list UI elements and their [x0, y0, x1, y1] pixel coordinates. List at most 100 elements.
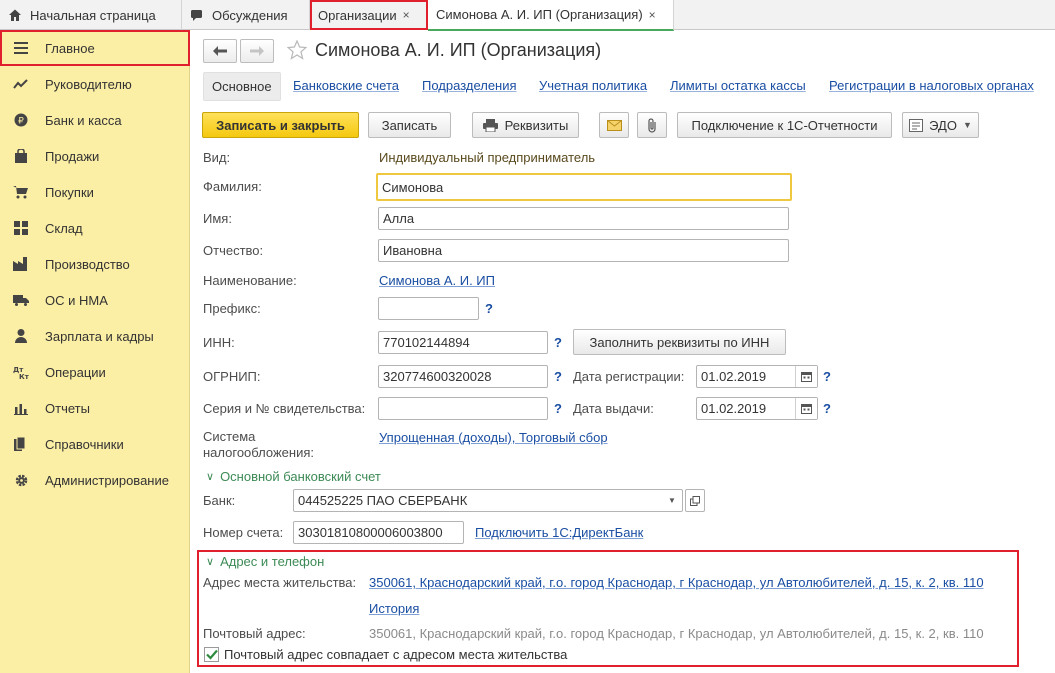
tax-system-label-line1: Система — [203, 429, 256, 444]
sidebar-item-label: Руководителю — [45, 76, 132, 92]
bank-select[interactable]: 044525225 ПАО СБЕРБАНК ▼ — [293, 489, 683, 512]
bank-value: 044525225 ПАО СБЕРБАНК — [298, 493, 468, 508]
sidebar-item-label: ОС и НМА — [45, 292, 108, 308]
sidebar-item-production[interactable]: Производство — [0, 246, 190, 282]
calendar-icon[interactable] — [795, 398, 817, 419]
tab-organizations[interactable]: Организации × — [310, 0, 428, 30]
subtab-accounting-policy[interactable]: Учетная политика — [539, 78, 647, 93]
account-input[interactable]: 30301810800006003800 — [293, 521, 464, 544]
forward-button[interactable] — [240, 39, 274, 63]
sidebar-item-bank[interactable]: ₽ Банк и касса — [0, 102, 190, 138]
dropdown-arrow-icon[interactable]: ▼ — [662, 490, 682, 511]
subtab-bank-accounts[interactable]: Банковские счета — [293, 78, 399, 93]
history-link[interactable]: История — [369, 601, 419, 616]
sidebar-item-salary[interactable]: Зарплата и кадры — [0, 318, 190, 354]
sidebar-item-label: Администрирование — [45, 472, 169, 488]
prefix-input[interactable] — [378, 297, 479, 320]
sidebar-item-director[interactable]: Руководителю — [0, 66, 190, 102]
sidebar-item-references[interactable]: Справочники — [0, 426, 190, 462]
ruble-icon: ₽ — [12, 112, 30, 128]
ogrnip-help-icon[interactable]: ? — [554, 369, 562, 384]
tax-system-link[interactable]: Упрощенная (доходы), Торговый сбор — [379, 430, 608, 445]
inn-help-icon[interactable]: ? — [554, 335, 562, 350]
calendar-icon[interactable] — [795, 366, 817, 387]
reg-date-help-icon[interactable]: ? — [823, 369, 831, 384]
close-icon[interactable]: × — [403, 8, 410, 22]
tab-discussions[interactable]: Обсуждения — [182, 0, 310, 30]
issue-date-input[interactable]: 01.02.2019 — [696, 397, 818, 420]
certificate-label: Серия и № свидетельства: — [203, 401, 366, 416]
envelope-icon — [606, 119, 622, 131]
edo-icon — [909, 118, 924, 132]
sidebar-item-reports[interactable]: Отчеты — [0, 390, 190, 426]
tab-organization-card[interactable]: Симонова А. И. ИП (Организация) × — [428, 0, 674, 31]
close-icon[interactable]: × — [649, 8, 656, 22]
sidebar-item-fixed-assets[interactable]: ОС и НМА — [0, 282, 190, 318]
reg-date-value: 01.02.2019 — [701, 369, 767, 384]
directbank-link[interactable]: Подключить 1С:ДиректБанк — [475, 525, 643, 540]
subtab-cash-limits[interactable]: Лимиты остатка кассы — [670, 78, 806, 93]
sidebar-item-sales[interactable]: Продажи — [0, 138, 190, 174]
subtab-main[interactable]: Основное — [203, 72, 281, 101]
issue-date-help-icon[interactable]: ? — [823, 401, 831, 416]
certificate-input[interactable] — [378, 397, 548, 420]
cart-icon — [12, 184, 30, 200]
warehouse-icon — [12, 220, 30, 236]
top-tab-bar: Начальная страница Обсуждения Организаци… — [0, 0, 1055, 31]
sidebar-item-label: Операции — [45, 364, 106, 380]
ogrnip-input[interactable]: 320774600320028 — [378, 365, 548, 388]
same-address-checkbox[interactable] — [204, 647, 219, 662]
truck-icon — [12, 292, 30, 308]
arrow-right-icon — [250, 46, 264, 56]
requisites-button[interactable]: Реквизиты — [472, 112, 579, 138]
menu-icon — [12, 40, 30, 56]
sidebar-item-label: Продажи — [45, 148, 100, 164]
name-label: Наименование: — [203, 273, 297, 288]
connect-1c-reporting-button[interactable]: Подключение к 1С-Отчетности — [677, 112, 892, 138]
address-section-header[interactable]: ∨ Адрес и телефон — [206, 554, 324, 569]
email-button[interactable] — [599, 112, 629, 138]
dt-kt-icon: Дт Кт — [12, 364, 30, 380]
middlename-input[interactable]: Ивановна — [378, 239, 789, 262]
middlename-label: Отчество: — [203, 243, 264, 258]
residence-address-label: Адрес места жительства: — [203, 575, 357, 590]
sidebar-item-main[interactable]: Главное — [0, 30, 190, 66]
edo-dropdown-button[interactable]: ЭДО ▼ — [902, 112, 979, 138]
open-bank-button[interactable] — [685, 489, 705, 512]
firstname-input[interactable]: Алла — [378, 207, 789, 230]
fill-by-inn-button[interactable]: Заполнить реквизиты по ИНН — [573, 329, 786, 355]
sidebar-item-label: Банк и касса — [45, 112, 122, 128]
reg-date-input[interactable]: 01.02.2019 — [696, 365, 818, 388]
sidebar-item-operations[interactable]: Дт Кт Операции — [0, 354, 190, 390]
save-button[interactable]: Записать — [368, 112, 451, 138]
arrow-left-icon — [213, 46, 227, 56]
sidebar-item-administration[interactable]: Администрирование — [0, 462, 190, 498]
sidebar-item-label: Зарплата и кадры — [45, 328, 154, 344]
chevron-down-icon: ∨ — [206, 556, 215, 568]
lastname-input[interactable]: Симонова — [376, 173, 792, 201]
reg-date-label: Дата регистрации: — [573, 369, 685, 384]
same-address-row[interactable]: Почтовый адрес совпадает с адресом места… — [204, 647, 567, 662]
prefix-help-icon[interactable]: ? — [485, 301, 493, 316]
subtab-divisions[interactable]: Подразделения — [422, 78, 517, 93]
main-content: Симонова А. И. ИП (Организация) Основное… — [190, 30, 1055, 673]
chevron-down-icon: ▼ — [962, 120, 972, 130]
vid-label: Вид: — [203, 150, 231, 165]
attachments-button[interactable] — [637, 112, 667, 138]
subtab-tax-registrations[interactable]: Регистрации в налоговых органах — [829, 78, 1034, 93]
sidebar-item-purchases[interactable]: Покупки — [0, 174, 190, 210]
save-and-close-button[interactable]: Записать и закрыть — [202, 112, 359, 138]
name-link[interactable]: Симонова А. И. ИП — [379, 273, 495, 288]
bank-section-header[interactable]: ∨ Основной банковский счет — [206, 469, 381, 484]
residence-address-link[interactable]: 350061, Краснодарский край, г.о. город К… — [369, 575, 984, 590]
prefix-label: Префикс: — [203, 301, 261, 316]
tab-label: Организации — [318, 7, 397, 23]
ogrnip-label: ОГРНИП: — [203, 369, 261, 384]
inn-input[interactable]: 770102144894 — [378, 331, 548, 354]
sidebar-item-warehouse[interactable]: Склад — [0, 210, 190, 246]
back-button[interactable] — [203, 39, 237, 63]
tab-home[interactable]: Начальная страница — [0, 0, 182, 30]
certificate-help-icon[interactable]: ? — [554, 401, 562, 416]
favorite-star-icon[interactable] — [286, 39, 308, 63]
bar-chart-icon — [12, 400, 30, 416]
